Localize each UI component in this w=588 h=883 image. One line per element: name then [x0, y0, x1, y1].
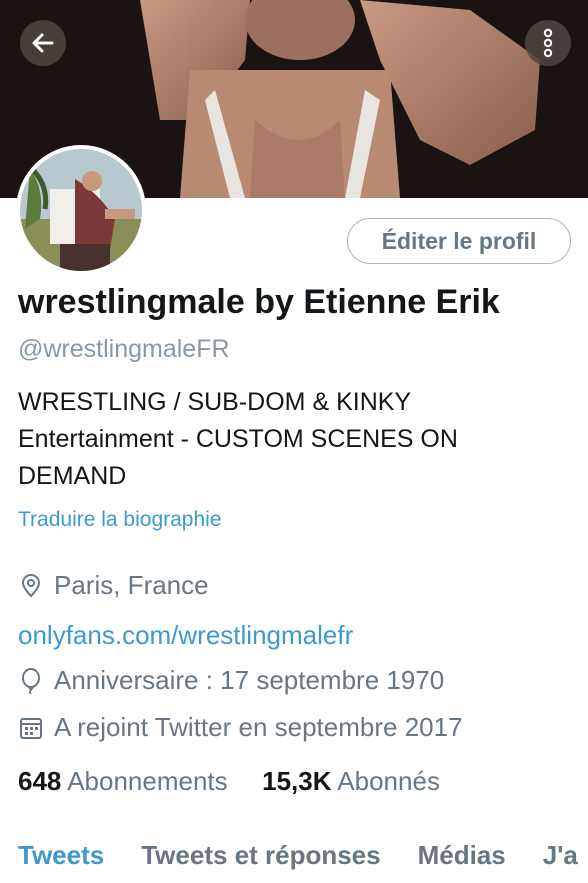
profile-handle: @wrestlingmaleFR [18, 335, 230, 363]
bio-line: WRESTLING / SUB-DOM & KINKY [18, 388, 412, 416]
website-link[interactable]: onlyfans.com/wrestlingmalefr [18, 620, 353, 651]
tab-likes[interactable]: J'a [543, 840, 578, 871]
follow-stats: 648 Abonnements 15,3K Abonnés [18, 766, 440, 797]
profile-tabs: Tweets Tweets et réponses Médias J'a [18, 840, 588, 871]
following-count: 648 [18, 766, 62, 796]
edit-profile-button[interactable]: Éditer le profil [347, 218, 571, 264]
avatar[interactable] [16, 145, 146, 275]
tab-tweets[interactable]: Tweets [18, 840, 104, 871]
location-text: Paris, France [54, 570, 209, 600]
bio-line: Entertainment - CUSTOM SCENES ON [18, 425, 458, 453]
joined-text: A rejoint Twitter en septembre 2017 [54, 712, 463, 742]
following-stat[interactable]: 648 Abonnements [18, 766, 235, 796]
vertical-dots-icon [543, 28, 553, 58]
tab-media[interactable]: Médias [418, 840, 506, 871]
calendar-icon [18, 715, 44, 741]
translate-bio-link[interactable]: Traduire la biographie [18, 508, 222, 532]
profile-name: wrestlingmale by Etienne Erik [18, 283, 500, 321]
profile-bio: WRESTLING / SUB-DOM & KINKY Entertainmen… [18, 384, 558, 495]
avatar-photo [20, 149, 142, 271]
followers-label: Abonnés [337, 766, 440, 796]
bio-line: DEMAND [18, 462, 127, 490]
followers-count: 15,3K [262, 766, 332, 796]
birthday-row: Anniversaire : 17 septembre 1970 [18, 665, 444, 696]
tab-tweets-and-replies[interactable]: Tweets et réponses [141, 840, 380, 871]
location-row: Paris, France [18, 570, 209, 601]
birthday-text: Anniversaire : 17 septembre 1970 [54, 665, 445, 695]
arrow-left-icon [32, 33, 54, 53]
joined-row: A rejoint Twitter en septembre 2017 [18, 712, 463, 743]
more-options-button[interactable] [525, 20, 571, 66]
followers-stat[interactable]: 15,3K Abonnés [262, 766, 440, 796]
location-pin-icon [18, 573, 44, 599]
back-button[interactable] [20, 20, 66, 66]
balloon-icon [18, 667, 44, 694]
following-label: Abonnements [67, 766, 228, 796]
